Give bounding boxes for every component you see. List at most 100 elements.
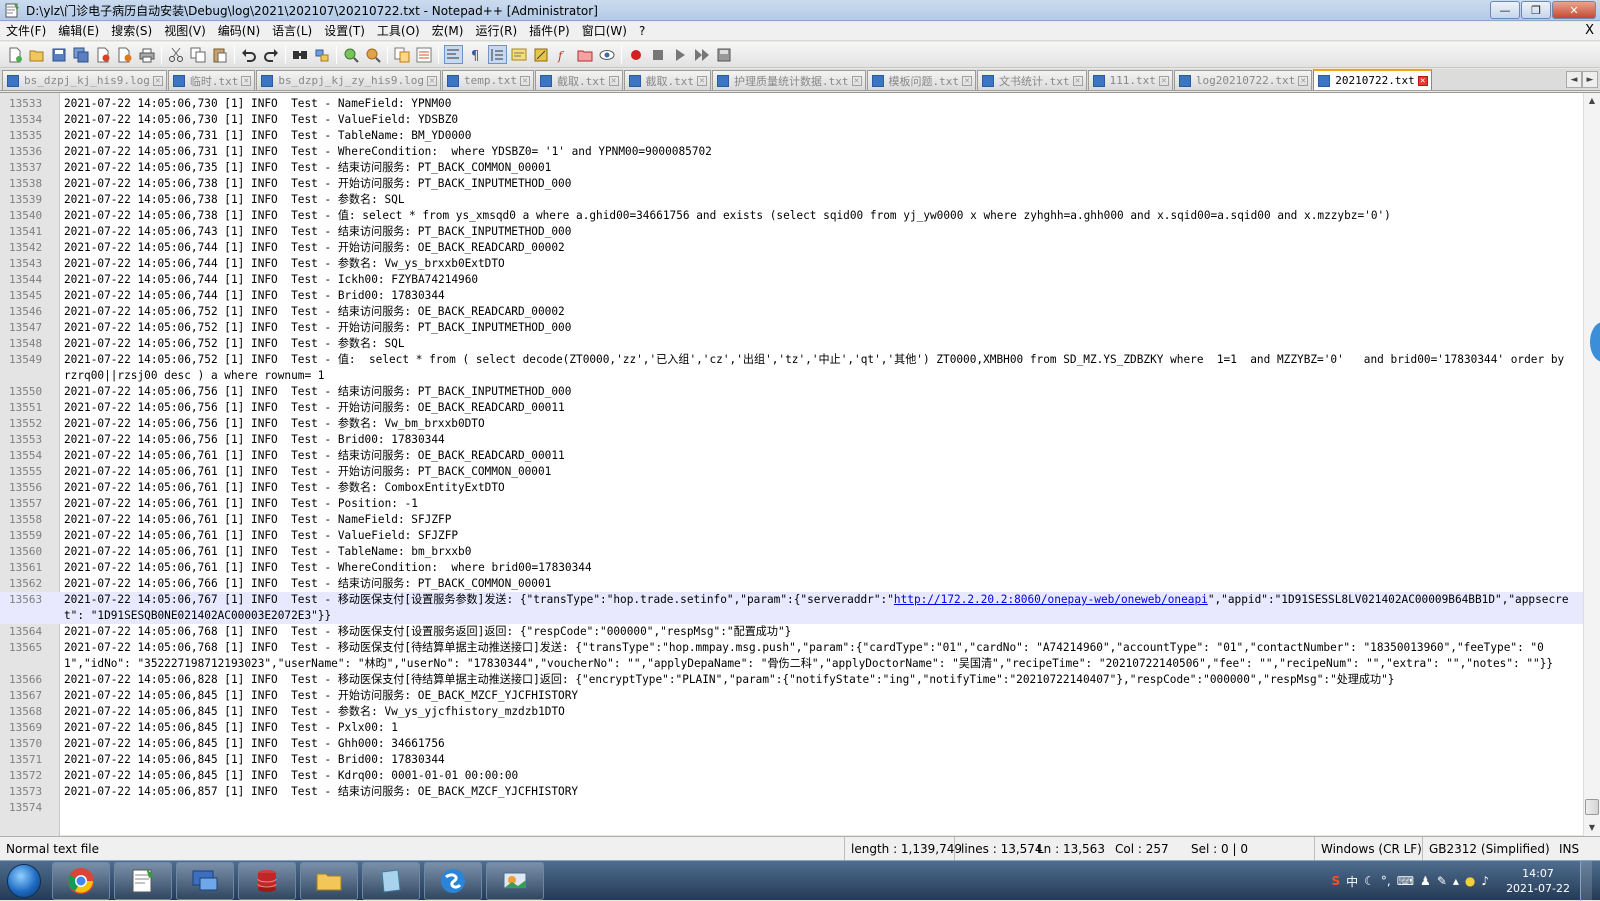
tab-scroll-left-button[interactable]: ◄	[1566, 71, 1582, 88]
line-text[interactable]: 2021-07-22 14:05:06,731 [1] INFO Test - …	[60, 144, 1575, 160]
menu-settings[interactable]: 设置(T)	[318, 22, 371, 40]
user-language-icon[interactable]	[510, 45, 529, 64]
chevron-up-icon[interactable]: ▴	[1453, 874, 1459, 888]
editor-line[interactable]: 13556 2021-07-22 14:05:06,761 [1] INFO Te…	[0, 480, 1583, 496]
line-text[interactable]: 2021-07-22 14:05:06,766 [1] INFO Test - …	[60, 576, 1575, 592]
hyperlink[interactable]: http://172.2.20.2:8060/onepay-web/oneweb…	[894, 593, 1208, 606]
line-text[interactable]: 2021-07-22 14:05:06,738 [1] INFO Test - …	[60, 208, 1575, 224]
close-document-button[interactable]: X	[1585, 23, 1594, 38]
editor-line[interactable]: 13544 2021-07-22 14:05:06,744 [1] INFO Te…	[0, 272, 1583, 288]
line-text[interactable]: 2021-07-22 14:05:06,768 [1] INFO Test - …	[60, 640, 1575, 672]
replace-icon[interactable]	[313, 45, 332, 64]
menu-encoding[interactable]: 编码(N)	[212, 22, 266, 40]
tab-jiequ-txt[interactable]: 截取.txt ✕	[535, 70, 623, 90]
line-text[interactable]: 2021-07-22 14:05:06,761 [1] INFO Test - …	[60, 480, 1575, 496]
text-editor[interactable]: 13533 2021-07-22 14:05:06,730 [1] INFO Te…	[0, 92, 1600, 836]
editor-line[interactable]: 13558 2021-07-22 14:05:06,761 [1] INFO Te…	[0, 512, 1583, 528]
open-file-icon[interactable]	[28, 45, 47, 64]
close-tab-icon[interactable]: ✕	[697, 75, 708, 86]
line-text[interactable]: 2021-07-22 14:05:06,761 [1] INFO Test - …	[60, 496, 1575, 512]
line-text[interactable]: 2021-07-22 14:05:06,845 [1] INFO Test - …	[60, 768, 1575, 784]
show-desktop-button[interactable]	[1580, 861, 1592, 901]
editor-line[interactable]: 13557 2021-07-22 14:05:06,761 [1] INFO Te…	[0, 496, 1583, 512]
line-text[interactable]: 2021-07-22 14:05:06,744 [1] INFO Test - …	[60, 288, 1575, 304]
line-text[interactable]: 2021-07-22 14:05:06,752 [1] INFO Test - …	[60, 336, 1575, 352]
user-icon[interactable]: ♟	[1420, 874, 1431, 888]
close-tab-icon[interactable]: ✕	[1298, 75, 1309, 86]
line-text[interactable]: 2021-07-22 14:05:06,744 [1] INFO Test - …	[60, 272, 1575, 288]
close-all-icon[interactable]	[116, 45, 135, 64]
line-text[interactable]: 2021-07-22 14:05:06,845 [1] INFO Test - …	[60, 704, 1575, 720]
editor-line[interactable]: 13552 2021-07-22 14:05:06,756 [1] INFO Te…	[0, 416, 1583, 432]
editor-line[interactable]: 13547 2021-07-22 14:05:06,752 [1] INFO Te…	[0, 320, 1583, 336]
paste-icon[interactable]	[211, 45, 230, 64]
window-titlebar[interactable]: D:\ylz\门诊电子病历自动安装\Debug\log\2021\202107\…	[0, 0, 1600, 21]
menu-search[interactable]: 搜索(S)	[105, 22, 158, 40]
menu-edit[interactable]: 编辑(E)	[52, 22, 105, 40]
line-text[interactable]: 2021-07-22 14:05:06,845 [1] INFO Test - …	[60, 720, 1575, 736]
menu-macro[interactable]: 宏(M)	[426, 22, 470, 40]
line-text[interactable]: 2021-07-22 14:05:06,730 [1] INFO Test - …	[60, 96, 1575, 112]
line-text[interactable]: 2021-07-22 14:05:06,744 [1] INFO Test - …	[60, 256, 1575, 272]
taskbar-clock[interactable]: 14:07 2021-07-22	[1506, 866, 1570, 896]
editor-line[interactable]: 13574	[0, 800, 1583, 816]
save-icon[interactable]	[50, 45, 69, 64]
line-text[interactable]: 2021-07-22 14:05:06,738 [1] INFO Test - …	[60, 192, 1575, 208]
word-wrap-icon[interactable]	[443, 45, 463, 64]
tab-jiequ-txt-2[interactable]: 截取.txt ✕	[623, 70, 712, 90]
close-tab-icon[interactable]: ✕	[152, 75, 163, 86]
editor-line[interactable]: 13567 2021-07-22 14:05:06,845 [1] INFO Te…	[0, 688, 1583, 704]
taskbar-remote-desktop[interactable]	[176, 861, 234, 900]
editor-line[interactable]: 13549 2021-07-22 14:05:06,752 [1] INFO Te…	[0, 352, 1583, 384]
editor-line[interactable]: 13569 2021-07-22 14:05:06,845 [1] INFO Te…	[0, 720, 1583, 736]
menu-file[interactable]: 文件(F)	[0, 22, 52, 40]
editor-line[interactable]: 13533 2021-07-22 14:05:06,730 [1] INFO Te…	[0, 96, 1583, 112]
editor-line[interactable]: 13538 2021-07-22 14:05:06,738 [1] INFO Te…	[0, 176, 1583, 192]
taskbar-notebook-app[interactable]	[362, 861, 420, 900]
editor-line[interactable]: 13573 2021-07-22 14:05:06,857 [1] INFO Te…	[0, 784, 1583, 800]
save-macro-icon[interactable]	[715, 45, 734, 64]
line-text[interactable]: 2021-07-22 14:05:06,735 [1] INFO Test - …	[60, 160, 1575, 176]
editor-line[interactable]: 13559 2021-07-22 14:05:06,761 [1] INFO Te…	[0, 528, 1583, 544]
find-icon[interactable]	[291, 45, 310, 64]
line-text[interactable]: 2021-07-22 14:05:06,761 [1] INFO Test - …	[60, 528, 1575, 544]
folder-workspace-icon[interactable]	[576, 45, 595, 64]
close-window-button[interactable]: ✕	[1552, 1, 1596, 19]
line-text[interactable]: 2021-07-22 14:05:06,756 [1] INFO Test - …	[60, 400, 1575, 416]
tab-bs-dzpj-kj-his9-log[interactable]: bs_dzpj_kj_his9.log ✕	[2, 70, 167, 90]
line-text[interactable]: 2021-07-22 14:05:06,857 [1] INFO Test - …	[60, 784, 1575, 800]
record-macro-icon[interactable]	[627, 45, 646, 64]
run-macro-multiple-icon[interactable]	[693, 45, 712, 64]
editor-line[interactable]: 13560 2021-07-22 14:05:06,761 [1] INFO Te…	[0, 544, 1583, 560]
monitoring-icon[interactable]	[598, 45, 617, 64]
close-tab-icon[interactable]: ✕	[241, 75, 252, 86]
editor-line[interactable]: 13562 2021-07-22 14:05:06,766 [1] INFO Te…	[0, 576, 1583, 592]
indent-guide-icon[interactable]	[487, 45, 507, 64]
zoom-out-icon[interactable]	[364, 45, 383, 64]
editor-line[interactable]: 13548 2021-07-22 14:05:06,752 [1] INFO Te…	[0, 336, 1583, 352]
line-text[interactable]: 2021-07-22 14:05:06,743 [1] INFO Test - …	[60, 224, 1575, 240]
tab-linshi-txt[interactable]: 临时.txt ✕	[167, 70, 256, 90]
tools-icon[interactable]: ✎	[1437, 874, 1447, 888]
editor-line[interactable]: 13564 2021-07-22 14:05:06,768 [1] INFO Te…	[0, 624, 1583, 640]
menu-run[interactable]: 运行(R)	[469, 22, 523, 40]
print-icon[interactable]	[138, 45, 157, 64]
network-icon[interactable]: ●	[1465, 874, 1475, 888]
sogou-ime-icon[interactable]: S	[1331, 874, 1340, 888]
close-tab-icon[interactable]: ✕	[1158, 75, 1169, 86]
line-text[interactable]: 2021-07-22 14:05:06,761 [1] INFO Test - …	[60, 544, 1575, 560]
keyboard-icon[interactable]: ⌨	[1397, 874, 1414, 888]
ime-mode[interactable]: 中	[1346, 873, 1358, 890]
editor-line[interactable]: 13570 2021-07-22 14:05:06,845 [1] INFO Te…	[0, 736, 1583, 752]
line-text[interactable]: 2021-07-22 14:05:06,730 [1] INFO Test - …	[60, 112, 1575, 128]
taskbar-notepadpp[interactable]	[114, 861, 172, 900]
save-all-icon[interactable]	[72, 45, 91, 64]
close-tab-icon[interactable]: ✕	[520, 75, 531, 86]
line-text[interactable]: 2021-07-22 14:05:06,738 [1] INFO Test - …	[60, 176, 1575, 192]
tab-temp-txt[interactable]: temp.txt ✕	[442, 70, 535, 90]
editor-line[interactable]: 13565 2021-07-22 14:05:06,768 [1] INFO Te…	[0, 640, 1583, 672]
sync-horizontal-icon[interactable]	[415, 45, 434, 64]
editor-line[interactable]: 13539 2021-07-22 14:05:06,738 [1] INFO Te…	[0, 192, 1583, 208]
editor-line[interactable]: 13561 2021-07-22 14:05:06,761 [1] INFO Te…	[0, 560, 1583, 576]
taskbar-chrome[interactable]	[52, 861, 110, 900]
